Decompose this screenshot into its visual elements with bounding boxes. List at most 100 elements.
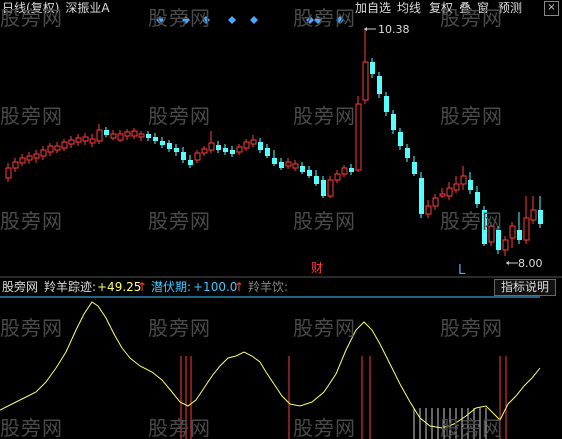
candle-body: [523, 217, 530, 241]
candle-body: [131, 130, 138, 137]
candle-body: [341, 167, 348, 175]
candle-body: [258, 142, 263, 150]
candle-body: [236, 146, 243, 153]
candle-body: [425, 205, 432, 215]
candle-body: [538, 210, 543, 224]
candle-body: [194, 152, 201, 161]
candle-body: [201, 148, 208, 154]
candle-body: [117, 133, 124, 141]
candle-body: [47, 145, 54, 153]
candle-body: [167, 143, 172, 149]
signal-bars-white: [413, 408, 487, 439]
indicator-name[interactable]: 羚羊踪迹:: [44, 278, 96, 296]
candle-body: [314, 176, 319, 184]
candle-body: [300, 166, 305, 172]
candle-body: [68, 139, 75, 145]
candle-body: [475, 192, 480, 204]
candle-body: [5, 167, 12, 179]
candle-body: [496, 230, 501, 250]
high-price-label: 10.38: [378, 23, 410, 36]
candle-body: [279, 162, 284, 168]
candle-body: [398, 132, 403, 146]
latent-label: 潜伏期:: [151, 280, 192, 294]
stock-chart-window: 日线(复权) 深振业A 加自选 均线 复权 叠 窗 预测 × 10.38 8.00: [0, 0, 562, 439]
candle-body: [517, 230, 522, 240]
candle-body: [89, 138, 96, 144]
candle-body: [362, 61, 369, 101]
financial-report-marker[interactable]: 财: [311, 261, 323, 275]
candle-body: [230, 150, 235, 154]
candle-body: [370, 62, 375, 74]
candle-body: [327, 179, 334, 197]
candle-body: [334, 173, 341, 181]
signal-bars-red: [180, 356, 507, 439]
candlestick-series: [5, 30, 543, 256]
candle-body: [405, 148, 410, 158]
candle-body: [321, 180, 326, 196]
candle-body: [146, 134, 151, 138]
candle-body: [355, 103, 362, 171]
candle-body: [453, 183, 460, 191]
indicator-explain-button[interactable]: 指标说明: [494, 279, 556, 296]
candle-body: [160, 141, 165, 145]
candle-body: [285, 161, 292, 167]
candle-body: [488, 225, 495, 243]
candle-body: [188, 160, 193, 165]
l-marker: L: [458, 263, 466, 278]
candle-body: [208, 142, 215, 151]
candle-body: [54, 145, 61, 151]
event-diamond-icon: [202, 16, 210, 24]
candle-body: [174, 148, 179, 152]
candle-body: [468, 180, 473, 190]
candle-body: [419, 178, 424, 214]
event-markers: [156, 16, 344, 24]
event-diamond-icon: [336, 16, 344, 24]
event-diamond-icon: [314, 16, 322, 24]
chart-canvas[interactable]: 10.38 8.00 财 L: [0, 0, 562, 439]
candle-body: [110, 133, 117, 139]
candle-body: [40, 149, 47, 157]
event-diamond-icon: [228, 16, 236, 24]
candle-body: [61, 141, 68, 149]
candle-body: [12, 161, 19, 169]
candle-body: [439, 193, 446, 197]
candle-body: [384, 96, 389, 112]
event-diamond-icon: [250, 16, 258, 24]
candle-body: [412, 162, 417, 174]
candle-body: [153, 137, 158, 141]
latent-value: +100.0: [193, 280, 238, 294]
low-price-label: 8.00: [518, 257, 543, 270]
candle-body: [377, 76, 382, 94]
candle-body: [265, 148, 270, 156]
candle-body: [243, 141, 250, 149]
candle-body: [19, 157, 26, 164]
candle-body: [223, 148, 228, 152]
candle-body: [181, 152, 186, 160]
candle-body: [138, 133, 145, 138]
candle-body: [502, 239, 509, 251]
event-diamond-icon: [306, 16, 314, 24]
candle-body: [96, 129, 103, 142]
candle-body: [307, 170, 312, 176]
candle-body: [75, 137, 82, 143]
candle-body: [432, 197, 439, 207]
trace-value: +49.25: [97, 280, 142, 294]
candle-body: [509, 225, 516, 239]
latent-up-arrow-icon: ↑: [234, 280, 245, 294]
candle-body: [272, 158, 277, 164]
candle-body: [124, 131, 131, 137]
indicator-source: 股旁网: [2, 280, 39, 294]
candle-body: [349, 168, 354, 172]
candle-body: [391, 114, 396, 130]
candle-body: [216, 145, 221, 150]
drink-label: 羚羊饮:: [248, 280, 289, 294]
candle-body: [26, 155, 33, 161]
candle-body: [482, 210, 487, 244]
candle-body: [33, 153, 40, 159]
candle-body: [530, 209, 537, 221]
candle-body: [460, 175, 467, 185]
antelope-trace-line: [0, 301, 541, 429]
event-diamond-icon: [182, 16, 190, 24]
candle-body: [446, 187, 453, 197]
candle-body: [104, 130, 109, 135]
